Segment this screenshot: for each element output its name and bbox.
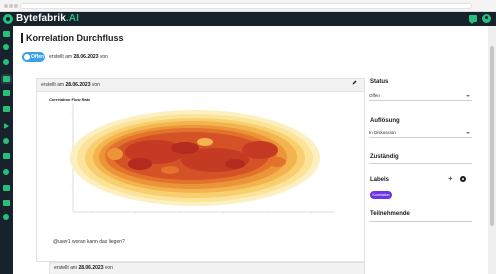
grid-icon[interactable] [3, 153, 10, 159]
play-icon[interactable] [4, 123, 9, 129]
post2-created-date: 28.06.2023 [78, 265, 104, 271]
status-heading: Status [370, 79, 389, 85]
label-chip[interactable]: Korrelation [370, 191, 392, 199]
window-dot [4, 4, 8, 8]
post-created-info: erstellt am 28.06.2023 von [41, 82, 100, 89]
scrollbar-thumb[interactable] [490, 46, 494, 226]
window-dot [9, 4, 13, 8]
label-chip-text: Korrelation [372, 193, 390, 197]
density-contours [70, 110, 320, 206]
status-dot-icon [24, 54, 30, 60]
board-icon[interactable] [3, 76, 10, 82]
home-icon[interactable] [3, 31, 10, 37]
post-card-2: erstellt am 28.06.2023 von [49, 262, 365, 274]
status-badge: Offen [22, 52, 45, 62]
location-icon[interactable] [3, 44, 9, 50]
post-created-date: 28.06.2023 [65, 82, 91, 88]
post-created-prefix: erstellt am [41, 82, 65, 88]
gear-icon[interactable] [460, 176, 466, 182]
page-scrollbar[interactable] [488, 26, 496, 274]
brand-suffix: .AI [65, 13, 79, 24]
participants-divider [369, 221, 472, 222]
resolution-heading: Auflösung [370, 118, 400, 124]
settings-icon[interactable] [3, 214, 9, 220]
chevron-down-icon [466, 95, 470, 97]
edit-icon[interactable] [352, 80, 357, 85]
status-select-value: Offen [369, 93, 380, 98]
brand-main: Bytefabrik [16, 13, 66, 24]
brand-logo-icon [3, 14, 13, 24]
post-comment: @user1 woran kann das liegen? [53, 239, 125, 245]
created-prefix: erstellt am [49, 54, 73, 60]
chat-icon[interactable] [469, 15, 477, 24]
assignee-heading: Zuständig [370, 154, 399, 160]
participants-heading: Teilnehmende [370, 211, 410, 217]
window-dot [14, 4, 18, 8]
resolution-select-value: In Diskussion [369, 130, 396, 135]
search-icon[interactable] [3, 59, 9, 65]
page-created-info: erstellt am 28.06.2023 von [49, 54, 108, 61]
browser-chrome [0, 0, 496, 12]
status-badge-label: Offen [31, 54, 45, 60]
chart-image: Correlation Flow Rate [45, 94, 341, 232]
title-accent [21, 33, 23, 43]
cloud-icon[interactable] [3, 169, 9, 175]
resolution-select[interactable]: In Diskussion [369, 128, 472, 138]
page-title: Korrelation Durchfluss [26, 33, 124, 43]
post2-created-info: erstellt am 28.06.2023 von [54, 265, 113, 272]
post-created-suffix: von [91, 82, 100, 88]
density-plot [70, 104, 335, 214]
user-icon[interactable] [482, 14, 491, 23]
brand-name[interactable]: Bytefabrik.AI [16, 13, 79, 25]
status-select[interactable]: Offen [369, 91, 472, 101]
post2-created-prefix: erstellt am [54, 265, 78, 271]
sidebar [0, 26, 13, 274]
post2-created-suffix: von [104, 265, 113, 271]
folder-icon[interactable] [3, 200, 10, 206]
address-bar[interactable] [20, 3, 472, 9]
app-header: Bytefabrik.AI [0, 12, 496, 26]
assignee-divider [369, 163, 472, 164]
share-icon[interactable] [3, 185, 10, 191]
created-suffix: von [99, 54, 108, 60]
sensor-icon[interactable] [3, 138, 9, 144]
analytics-icon[interactable] [3, 90, 10, 96]
chevron-down-icon [466, 132, 470, 134]
plus-icon[interactable]: + [448, 175, 453, 183]
document-icon[interactable] [3, 106, 10, 112]
post-card-header: erstellt am 28.06.2023 von [37, 79, 364, 92]
labels-heading: Labels [370, 177, 390, 183]
created-date: 28.06.2023 [73, 54, 99, 60]
